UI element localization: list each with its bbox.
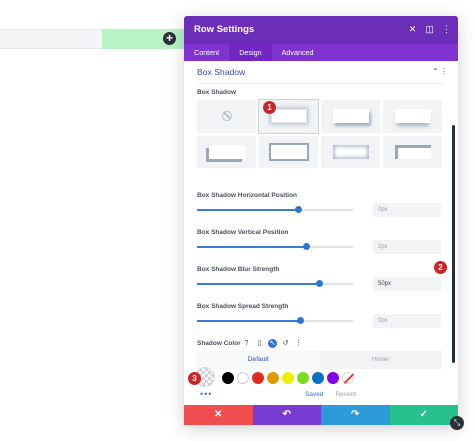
preset-7[interactable] xyxy=(383,135,442,168)
help-icon[interactable]: ? xyxy=(242,339,251,348)
swatch-red[interactable] xyxy=(252,372,264,384)
cancel-button[interactable]: ✕ xyxy=(184,405,253,425)
add-module-button[interactable]: + xyxy=(163,32,176,45)
spread-strength-input[interactable]: 0px xyxy=(373,314,441,328)
swatch-green[interactable] xyxy=(297,372,309,384)
columns-icon[interactable]: ◫ xyxy=(424,24,435,35)
saved-recent-tabs: Saved Recent xyxy=(305,391,356,398)
box-shadow-label: Box Shadow xyxy=(197,89,237,96)
shadow-color-label: Shadow Color xyxy=(197,340,241,347)
chevron-up-icon[interactable]: ⌃ xyxy=(432,67,439,76)
tab-default[interactable]: Default xyxy=(197,351,320,369)
preset-6[interactable] xyxy=(321,135,380,168)
tab-saved[interactable]: Saved xyxy=(305,391,323,398)
slider-handle[interactable] xyxy=(296,317,304,324)
reset-icon[interactable]: ↺ xyxy=(281,339,290,348)
settings-body: Box Shadow ⌃ ⋮ Box Shadow Box Shadow Hor… xyxy=(184,61,458,405)
vertical-position-input[interactable]: 2px xyxy=(373,240,441,254)
slider-handle[interactable] xyxy=(295,206,303,213)
row-settings-modal: Row Settings ✕ ◫ ⋮ Content Design Advanc… xyxy=(184,16,458,425)
tab-design[interactable]: Design xyxy=(229,44,272,61)
vertical-position-label: Box Shadow Vertical Position xyxy=(197,229,289,236)
undo-button[interactable]: ↶ xyxy=(252,405,321,425)
modal-title: Row Settings xyxy=(194,24,255,35)
section-title[interactable]: Box Shadow xyxy=(197,67,245,77)
modal-footer: ✕ ↶ ↷ ✓ xyxy=(184,405,458,425)
modal-header: Row Settings ✕ ◫ ⋮ xyxy=(184,16,458,44)
horizontal-position-label: Box Shadow Horizontal Position xyxy=(197,192,298,199)
spread-strength-slider[interactable] xyxy=(197,317,353,324)
color-swatches xyxy=(222,372,354,384)
callout-1: 1 xyxy=(263,101,276,114)
swatch-blue[interactable] xyxy=(312,372,324,384)
tab-content[interactable]: Content xyxy=(184,44,229,61)
mobile-icon[interactable]: ▯ xyxy=(255,339,264,348)
preset-4[interactable] xyxy=(197,135,256,168)
spread-strength-label: Box Shadow Spread Strength xyxy=(197,303,289,310)
more-colors-icon[interactable]: ••• xyxy=(200,389,212,399)
swatch-purple[interactable] xyxy=(327,372,339,384)
vertical-position-slider[interactable] xyxy=(197,243,353,250)
resize-handle-icon[interactable]: ⤡ xyxy=(450,416,464,430)
save-button[interactable]: ✓ xyxy=(389,405,458,425)
horizontal-position-slider[interactable] xyxy=(197,206,353,213)
tab-hover[interactable]: Hover xyxy=(319,351,442,369)
preset-5[interactable] xyxy=(259,135,318,168)
scrollbar[interactable] xyxy=(452,125,455,363)
tab-advanced[interactable]: Advanced xyxy=(272,44,324,61)
callout-3: 3 xyxy=(188,372,201,385)
hover-icon[interactable]: ↖ xyxy=(268,339,277,348)
section-divider xyxy=(197,83,444,84)
slider-handle[interactable] xyxy=(303,243,311,250)
blur-strength-input[interactable]: 50px xyxy=(373,277,441,291)
slider-handle[interactable] xyxy=(315,280,323,287)
more-icon[interactable]: ⋮ xyxy=(294,339,303,348)
swatch-black[interactable] xyxy=(222,372,234,384)
swatch-yellow[interactable] xyxy=(282,372,294,384)
redo-button[interactable]: ↷ xyxy=(321,405,390,425)
tab-recent[interactable]: Recent xyxy=(335,391,356,398)
more-icon[interactable]: ⋮ xyxy=(441,24,452,35)
swatch-white[interactable] xyxy=(237,372,249,384)
state-tabs: Default Hover xyxy=(197,351,442,369)
none-icon xyxy=(221,111,232,122)
swatch-orange[interactable] xyxy=(267,372,279,384)
horizontal-position-input[interactable]: 0px xyxy=(373,203,441,217)
preset-3[interactable] xyxy=(383,100,442,133)
expand-icon[interactable]: ✕ xyxy=(407,24,418,35)
builder-row-background xyxy=(0,29,102,49)
swatch-none[interactable] xyxy=(342,372,354,384)
callout-2: 2 xyxy=(434,261,447,274)
blur-strength-slider[interactable] xyxy=(197,280,353,287)
preset-none[interactable] xyxy=(197,100,256,133)
preset-2[interactable] xyxy=(321,100,380,133)
settings-tabs: Content Design Advanced xyxy=(184,44,458,61)
blur-strength-label: Box Shadow Blur Strength xyxy=(197,266,280,273)
section-more-icon[interactable]: ⋮ xyxy=(440,67,448,76)
box-shadow-presets xyxy=(197,99,442,168)
